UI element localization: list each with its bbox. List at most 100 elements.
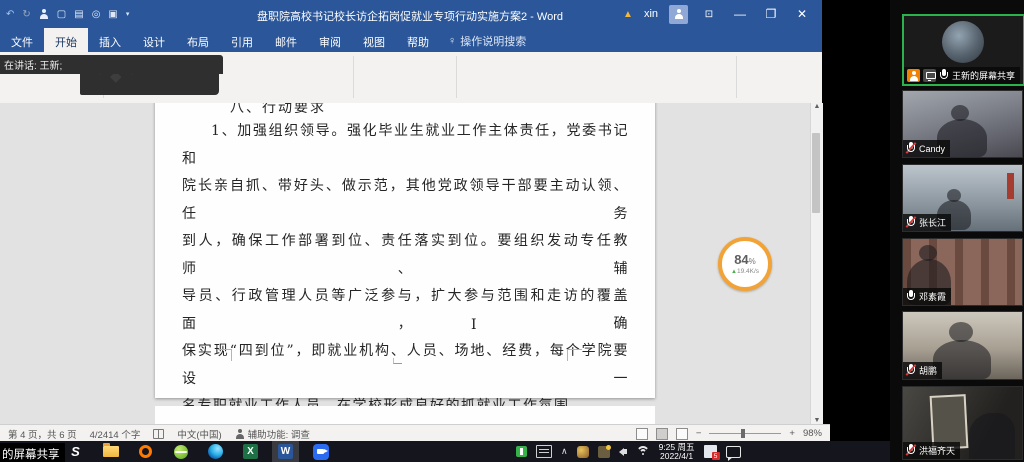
mic-muted-icon <box>906 142 916 155</box>
quick-access-toolbar: ↶ ↻ ▢ ▤ ◎ ▣ ▾ <box>6 0 129 28</box>
participant-video <box>949 322 973 342</box>
taskbar-clock[interactable]: 9:25 周五 2022/4/1 <box>659 443 695 461</box>
read-mode-icon[interactable] <box>636 428 648 440</box>
print-layout-icon[interactable] <box>656 428 668 440</box>
doc-heading-partial: 八、行动要求 <box>230 103 326 117</box>
participant-label: 洪福齐天 <box>903 442 960 459</box>
tab-references[interactable]: 引用 <box>220 28 264 52</box>
margin-mark <box>567 349 582 361</box>
footer-mark <box>393 358 402 364</box>
input-method-icon[interactable] <box>536 445 552 458</box>
taskbar-edge[interactable] <box>202 441 229 462</box>
participant-label: 张长江 <box>903 214 951 231</box>
video-camera-icon <box>313 444 329 460</box>
document-area[interactable]: 八、行动要求 1、加强组织领导。强化毕业生就业工作主体责任，党委书记和 院长亲自… <box>0 103 810 424</box>
tab-design[interactable]: 设计 <box>132 28 176 52</box>
participant-video <box>1007 173 1014 199</box>
participant-label: 王新的屏幕共享 <box>904 67 1020 84</box>
web-layout-icon[interactable] <box>676 428 688 440</box>
taskbar-browser-orange[interactable] <box>132 441 159 462</box>
scroll-up-icon[interactable]: ▲ <box>814 103 821 110</box>
save-icon[interactable]: ▤ <box>74 9 83 20</box>
minimize-button[interactable]: — <box>730 7 750 21</box>
tab-review[interactable]: 审阅 <box>308 28 352 52</box>
accessibility-status[interactable]: 辅助功能: 调查 <box>235 427 310 441</box>
window-title: 盘职院高校书记校长访企拓岗促就业专项行动实施方案2 - Word <box>230 8 590 24</box>
text-cursor: I <box>471 317 477 333</box>
participant-label: Candy <box>903 140 950 157</box>
tray-app-icon[interactable] <box>577 446 589 458</box>
tab-view[interactable]: 视图 <box>352 28 396 52</box>
tab-file[interactable]: 文件 <box>0 28 44 52</box>
taskbar-word-active[interactable]: W <box>272 441 299 462</box>
qat-customize-icon[interactable]: ▾ <box>126 10 130 18</box>
redo-icon[interactable]: ↻ <box>22 9 30 20</box>
tray-notification-icon[interactable] <box>598 446 610 458</box>
participant-label: 邓素霞 <box>903 288 951 305</box>
action-center-icon[interactable] <box>726 446 741 458</box>
notification-badge-icon[interactable]: 5 <box>704 445 717 458</box>
participant-tile[interactable]: 邓素霞 <box>902 238 1023 306</box>
mic-on-icon <box>906 290 916 303</box>
edge-icon <box>208 444 223 459</box>
tab-layout[interactable]: 布局 <box>176 28 220 52</box>
usb-safely-remove-icon[interactable] <box>516 446 527 457</box>
close-button[interactable]: ✕ <box>792 7 812 21</box>
zoom-level[interactable]: 98% <box>803 428 822 439</box>
doc-line: 1、加强组织领导。强化毕业生就业工作主体责任，党委书记和 <box>182 118 629 173</box>
print-preview-icon[interactable]: ◎ <box>92 9 101 20</box>
hidden-icons-chevron[interactable]: ∧ <box>561 446 568 457</box>
mic-on-icon <box>939 69 949 82</box>
print-icon[interactable]: ▣ <box>108 9 117 20</box>
net-speed-widget[interactable]: 84% ▲19.4K/s <box>718 237 772 291</box>
accessibility-icon <box>235 429 245 439</box>
speaker-icon[interactable] <box>619 448 627 456</box>
participant-tile[interactable]: 洪福齐天 <box>902 386 1023 460</box>
restore-button[interactable]: ❐ <box>761 7 781 21</box>
participant-avatar <box>942 21 984 63</box>
ribbon-display-options-icon[interactable]: ⊡ <box>699 9 719 20</box>
doc-line: 到人，确保工作部署到位、责任落实到位。要组织发动专任教师、辅 <box>182 228 629 283</box>
zoom-out-button[interactable]: − <box>696 428 702 439</box>
word-count[interactable]: 4/2414 个字 <box>90 427 141 441</box>
participants-sidebar: 王新的屏幕共享 Candy 张长江 邓素霞 <box>890 0 1024 462</box>
tab-insert[interactable]: 插入 <box>88 28 132 52</box>
participant-tile[interactable]: Candy <box>902 90 1023 158</box>
zoom-slider-thumb[interactable] <box>741 429 745 438</box>
lightbulb-icon: ♀ <box>448 35 456 47</box>
participant-tile[interactable]: 胡鹏 <box>902 311 1023 380</box>
taskbar-apps: S X W <box>62 441 334 462</box>
scrollbar-thumb[interactable] <box>812 133 820 213</box>
network-icon[interactable] <box>636 446 650 457</box>
screen-share-watermark: 的屏幕共享 <box>0 443 65 462</box>
tab-help[interactable]: 帮助 <box>396 28 440 52</box>
account-icon[interactable] <box>39 9 49 19</box>
ribbon-tab-row: 文件 开始 插入 设计 布局 引用 邮件 审阅 视图 帮助 ♀ 操作说明搜索 <box>0 28 822 52</box>
new-file-icon[interactable]: ▢ <box>57 9 66 20</box>
scroll-down-icon[interactable]: ▼ <box>814 417 821 424</box>
proofing-icon[interactable] <box>153 429 164 439</box>
zoom-slider[interactable] <box>709 433 781 434</box>
account-user[interactable]: xin <box>644 8 658 20</box>
taskbar-excel[interactable]: X <box>237 441 264 462</box>
taskbar-sogou[interactable]: S <box>62 441 89 462</box>
tab-mailings[interactable]: 邮件 <box>264 28 308 52</box>
avatar[interactable] <box>669 5 688 24</box>
document-page[interactable]: 八、行动要求 1、加强组织领导。强化毕业生就业工作主体责任，党委书记和 院长亲自… <box>155 103 655 398</box>
participant-tile-sharing[interactable]: 王新的屏幕共享 <box>902 14 1024 86</box>
language-indicator[interactable]: 中文(中国) <box>177 427 221 441</box>
participant-tile[interactable]: 张长江 <box>902 164 1023 232</box>
taskbar-file-explorer[interactable] <box>97 441 124 462</box>
zoom-in-button[interactable]: + <box>789 428 795 439</box>
undo-icon[interactable]: ↶ <box>6 9 14 20</box>
tell-me-search[interactable]: ♀ 操作说明搜索 <box>440 28 534 52</box>
host-badge-icon <box>907 69 920 82</box>
doc-paragraphs: 1、加强组织领导。强化毕业生就业工作主体责任，党委书记和 院长亲自抓、带好头、做… <box>182 118 629 424</box>
tab-home[interactable]: 开始 <box>44 28 88 52</box>
taskbar-meeting-app[interactable] <box>307 441 334 462</box>
mic-muted-icon <box>906 216 916 229</box>
meeting-window: ↶ ↻ ▢ ▤ ◎ ▣ ▾ 盘职院高校书记校长访企拓岗促就业专项行动实施方案2 … <box>0 0 1024 462</box>
next-page-top[interactable] <box>155 406 655 424</box>
taskbar-browser-green[interactable] <box>167 441 194 462</box>
page-indicator[interactable]: 第 4 页，共 6 页 <box>8 427 77 441</box>
